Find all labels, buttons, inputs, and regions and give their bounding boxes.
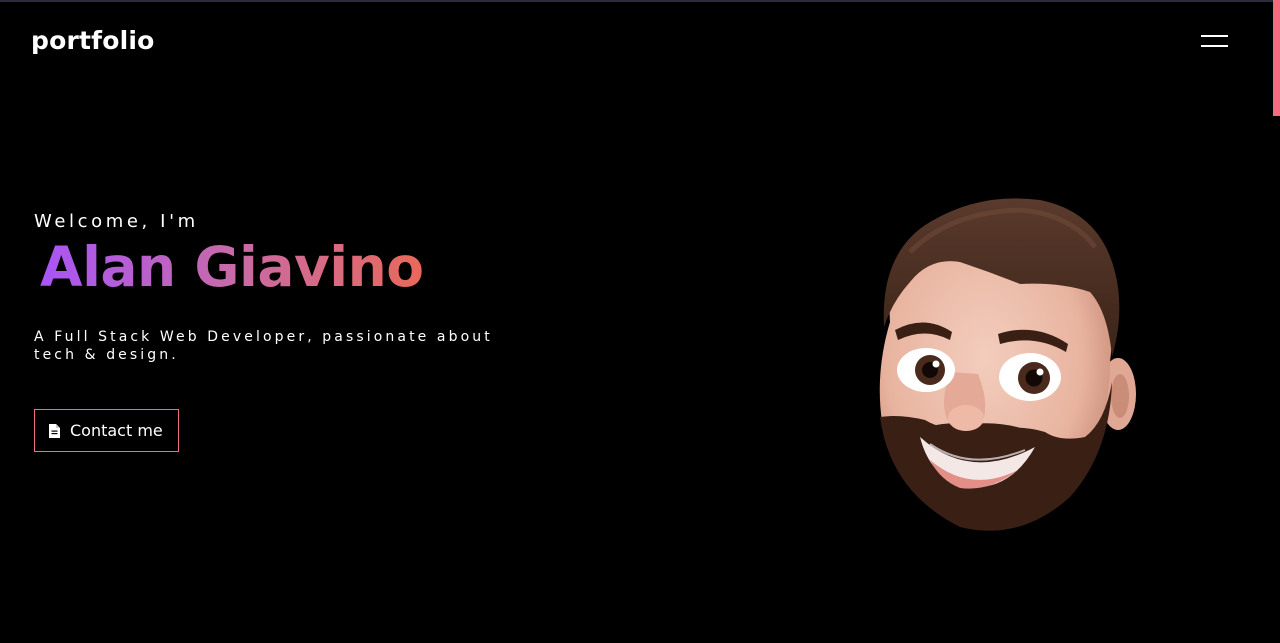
- contact-me-label: Contact me: [70, 421, 163, 440]
- memoji-avatar: [879, 198, 1136, 531]
- hero-name: Alan Giavino: [40, 235, 424, 299]
- hero-greeting: Welcome, I'm: [34, 211, 199, 232]
- site-logo[interactable]: portfolio: [31, 26, 155, 55]
- hamburger-menu-icon[interactable]: [1201, 33, 1230, 49]
- hamburger-line: [1201, 45, 1228, 47]
- top-border: [0, 0, 1280, 2]
- portfolio-page: portfolio Welcome, I'm Alan Giavino A Fu…: [0, 0, 1280, 643]
- hamburger-line: [1201, 35, 1228, 37]
- scroll-progress-indicator: [1273, 0, 1280, 116]
- contact-me-button[interactable]: Contact me: [34, 409, 179, 452]
- hero-tagline: A Full Stack Web Developer, passionate a…: [34, 329, 493, 363]
- document-icon: [49, 423, 60, 438]
